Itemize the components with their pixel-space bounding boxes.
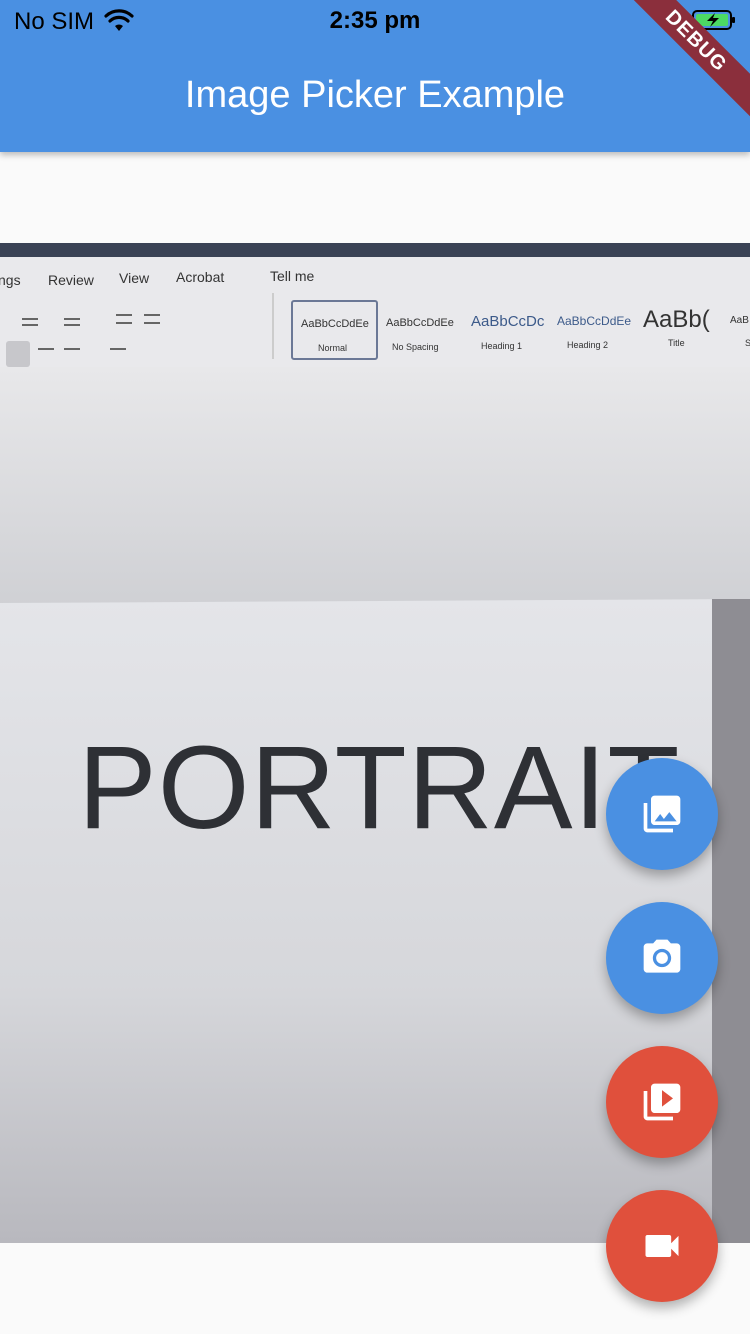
photo-library-icon	[643, 795, 681, 833]
style-sample: AaBbCcDdEe	[386, 317, 454, 329]
style-name: Heading 1	[481, 341, 522, 351]
pick-video-from-gallery-button[interactable]	[606, 1046, 718, 1158]
toolbar-tab: Acrobat	[176, 269, 224, 285]
record-video-button[interactable]	[606, 1190, 718, 1302]
status-bar: No SIM 2:35 pm	[0, 0, 750, 40]
style-name: S	[745, 338, 750, 348]
document-text: PORTRAIT	[78, 722, 680, 854]
video-library-icon	[643, 1083, 681, 1121]
toolbar-tab: Tell me	[270, 268, 315, 284]
style-sample: AaBbCcDc	[471, 313, 545, 330]
style-sample: AaBb(	[643, 306, 710, 333]
toolbar-tab: View	[119, 270, 150, 286]
style-sample: AaBbCcDdEe	[557, 314, 631, 328]
pick-image-from-gallery-button[interactable]	[606, 758, 718, 870]
style-name: Title	[668, 338, 685, 348]
camera-icon	[643, 939, 681, 973]
style-name: No Spacing	[392, 342, 439, 352]
style-sample: AaBbCcDdEe	[301, 318, 369, 330]
style-name: Normal	[318, 343, 347, 353]
take-photo-button[interactable]	[606, 902, 718, 1014]
toolbar-tab: ngs	[0, 272, 21, 288]
clock: 2:35 pm	[329, 7, 421, 34]
toolbar-tab: Review	[48, 272, 95, 288]
style-name: Heading 2	[567, 340, 608, 350]
style-sample: AaB	[730, 315, 749, 326]
page-title: Image Picker Example	[184, 74, 566, 116]
app-bar: No SIM 2:35 pm Image Picker Example	[0, 0, 750, 152]
videocam-icon	[645, 1235, 679, 1257]
